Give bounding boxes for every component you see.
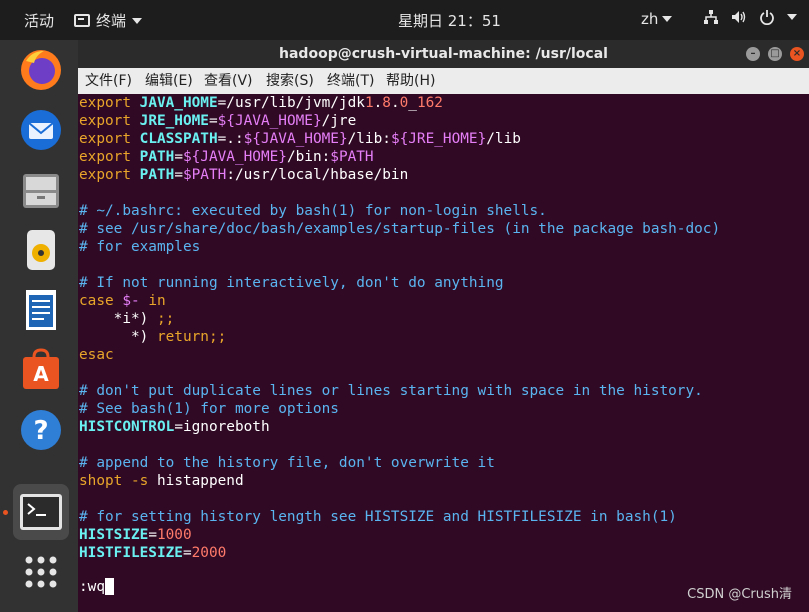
language-label: zh [641, 10, 659, 28]
terminal-line: HISTSIZE=1000 [79, 527, 192, 543]
window-title: hadoop@crush-virtual-machine: /usr/local [279, 46, 608, 62]
terminal-line: # see /usr/share/doc/bash/examples/start… [79, 221, 721, 237]
menu-help[interactable]: 帮助(H) [386, 69, 435, 93]
running-indicator [3, 510, 8, 515]
terminal-line: # ~/.bashrc: executed by bash(1) for non… [79, 203, 547, 219]
app-menu[interactable]: 终端 [74, 10, 143, 31]
menu-terminal[interactable]: 终端(T) [327, 69, 374, 93]
power-icon [760, 10, 774, 25]
menu-edit[interactable]: 编辑(E) [145, 69, 193, 93]
dock: A ? [0, 40, 78, 612]
terminal-line: *i*) ;; [79, 311, 175, 327]
terminal-line: # for examples [79, 239, 201, 255]
terminal-line: # for setting history length see HISTSIZ… [79, 509, 677, 525]
chevron-down-icon [662, 16, 673, 22]
software-center-icon[interactable]: A [13, 342, 69, 398]
chevron-down-icon [132, 17, 143, 24]
terminal-line: # append to the history file, don't over… [79, 455, 495, 471]
menu-bar: 文件(F) 编辑(E) 查看(V) 搜索(S) 终端(T) 帮助(H) [78, 68, 809, 94]
terminal-line: esac [79, 347, 114, 363]
terminal-line: HISTFILESIZE=2000 [79, 545, 227, 561]
terminal-line: export CLASSPATH=.:${JAVA_HOME}/lib:${JR… [79, 131, 521, 147]
terminal-line: shopt -s histappend [79, 473, 244, 489]
menu-search[interactable]: 搜索(S) [266, 69, 314, 93]
firefox-icon[interactable] [13, 42, 69, 98]
terminal-line: # If not running interactively, don't do… [79, 275, 504, 291]
minimize-button[interactable]: – [746, 47, 760, 61]
terminal-line: HISTCONTROL=ignoreboth [79, 419, 270, 435]
maximize-button[interactable]: □ [768, 47, 782, 61]
files-icon[interactable] [13, 162, 69, 218]
terminal-line: # See bash(1) for more options [79, 401, 339, 417]
terminal-icon[interactable] [13, 484, 69, 540]
menu-file[interactable]: 文件(F) [85, 69, 132, 93]
help-icon[interactable]: ? [13, 402, 69, 458]
text-cursor [105, 578, 114, 595]
terminal-line: case $- in [79, 293, 166, 309]
menu-view[interactable]: 查看(V) [204, 69, 253, 93]
language-indicator[interactable]: zh [641, 10, 673, 28]
terminal-content[interactable]: export JAVA_HOME=/usr/lib/jvm/jdk1.8.0_1… [78, 94, 809, 612]
vim-command-line[interactable]: :wq [79, 578, 114, 596]
svg-text:A: A [33, 362, 49, 386]
close-button[interactable]: × [790, 47, 804, 61]
network-icon [704, 10, 718, 24]
close-icon: × [792, 48, 802, 59]
terminal-line: export JAVA_HOME=/usr/lib/jvm/jdk1.8.0_1… [79, 95, 443, 111]
terminal-window: hadoop@crush-virtual-machine: /usr/local… [78, 40, 809, 612]
window-titlebar[interactable]: hadoop@crush-virtual-machine: /usr/local… [78, 40, 809, 68]
terminal-line: # don't put duplicate lines or lines sta… [79, 383, 703, 399]
watermark: CSDN @Crush清 [687, 587, 792, 602]
activities-button[interactable]: 活动 [24, 10, 54, 31]
command-text: :wq [79, 579, 105, 595]
thunderbird-icon[interactable] [13, 102, 69, 158]
clock[interactable]: 星期日 21：51 [398, 10, 501, 31]
svg-text:?: ? [33, 416, 48, 446]
app-menu-label: 终端 [96, 12, 127, 30]
terminal-line: export PATH=$PATH:/usr/local/hbase/bin [79, 167, 409, 183]
terminal-app-icon [74, 14, 90, 27]
minimize-icon: – [750, 48, 756, 59]
show-apps-icon[interactable] [13, 544, 69, 600]
maximize-icon: □ [770, 48, 780, 59]
terminal-line: export PATH=${JAVA_HOME}/bin:$PATH [79, 149, 374, 165]
terminal-line: export JRE_HOME=${JAVA_HOME}/jre [79, 113, 357, 129]
chevron-down-icon [787, 14, 797, 20]
volume-icon [732, 11, 746, 23]
top-bar: 活动 终端 星期日 21：51 zh [0, 0, 809, 40]
system-tray[interactable] [703, 9, 797, 25]
libreoffice-writer-icon[interactable] [13, 282, 69, 338]
rhythmbox-icon[interactable] [13, 222, 69, 278]
terminal-line: *) return;; [79, 329, 227, 345]
